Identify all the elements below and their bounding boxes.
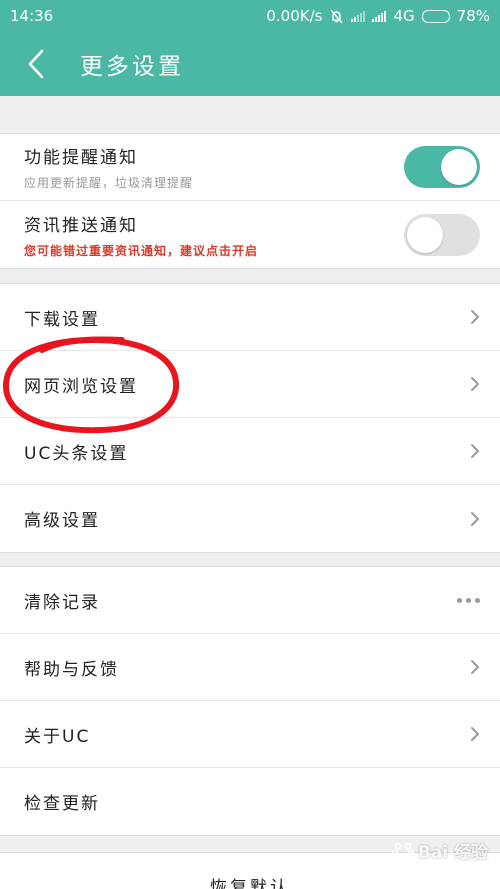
help-feedback-row[interactable]: 帮助与反馈: [0, 634, 500, 701]
back-button[interactable]: [0, 32, 72, 96]
chevron-right-icon: [471, 377, 479, 391]
chevron-right-icon: [471, 511, 479, 526]
news-push-warning: 您可能错过重要资讯通知，建议点击开启: [24, 243, 259, 258]
help-feedback-label: 帮助与反馈: [24, 659, 119, 680]
news-push-row: 资讯推送通知 您可能错过重要资讯通知，建议点击开启: [0, 201, 500, 268]
feature-notification-desc: 应用更新提醒，垃圾清理提醒: [24, 176, 194, 190]
battery-percent: 78%: [456, 7, 490, 25]
restore-defaults-label: 恢复默认: [210, 878, 290, 889]
chevron-right-icon: [471, 727, 479, 741]
uc-headline-settings-label: UC头条设置: [24, 443, 129, 464]
chevron-right-icon: [471, 660, 479, 674]
signal-icon: [351, 10, 366, 22]
about-uc-row[interactable]: 关于UC: [0, 701, 500, 768]
mute-bell-icon: [330, 9, 344, 23]
more-dots-icon[interactable]: [457, 597, 480, 603]
news-push-toggle[interactable]: [404, 213, 480, 256]
check-update-label: 检查更新: [24, 794, 100, 814]
download-settings-label: 下载设置: [24, 309, 100, 330]
back-arrow-icon: [28, 49, 44, 79]
about-uc-label: 关于UC: [24, 726, 91, 747]
settings-section: 下载设置 网页浏览设置 UC头条设置 高级设置: [0, 283, 500, 553]
advanced-settings-row[interactable]: 高级设置: [0, 485, 500, 552]
page-title: 更多设置: [80, 54, 184, 80]
network-speed: 0.00K/s: [266, 7, 323, 25]
news-push-label: 资讯推送通知: [24, 215, 138, 236]
chevron-right-icon: [471, 444, 479, 458]
app-bar: 更多设置: [0, 32, 500, 96]
chevron-right-icon: [471, 310, 479, 324]
status-bar: 14:36 0.00K/s 4G 78%: [0, 0, 500, 32]
clear-history-row[interactable]: 清除记录: [0, 567, 500, 634]
network-type: 4G: [393, 7, 415, 25]
battery-icon: [421, 9, 450, 23]
uc-headline-settings-row[interactable]: UC头条设置: [0, 418, 500, 485]
web-browsing-settings-label: 网页浏览设置: [24, 376, 138, 397]
watermark-text: Bai 经验: [417, 843, 488, 863]
feature-notification-toggle[interactable]: [404, 146, 480, 188]
baidu-paw-icon: [392, 842, 414, 860]
download-settings-row[interactable]: 下载设置: [0, 284, 500, 351]
signal-icon: [372, 10, 387, 22]
toggle-knob: [407, 216, 443, 253]
status-right: 0.00K/s 4G 78%: [266, 7, 490, 25]
feature-notification-row: 功能提醒通知 应用更新提醒，垃圾清理提醒: [0, 134, 500, 201]
clear-history-label: 清除记录: [24, 592, 100, 613]
notifications-section: 功能提醒通知 应用更新提醒，垃圾清理提醒 资讯推送通知 您可能错过重要资讯通知，…: [0, 133, 500, 269]
misc-section: 清除记录 帮助与反馈 关于UC 检查更新: [0, 566, 500, 836]
advanced-settings-label: 高级设置: [24, 511, 100, 531]
status-time: 14:36: [10, 7, 54, 25]
feature-notification-label: 功能提醒通知: [24, 148, 138, 168]
baidu-watermark: Bai 经验: [392, 838, 488, 863]
toggle-knob: [441, 149, 477, 185]
web-browsing-settings-row[interactable]: 网页浏览设置: [0, 351, 500, 418]
check-update-row[interactable]: 检查更新: [0, 768, 500, 835]
